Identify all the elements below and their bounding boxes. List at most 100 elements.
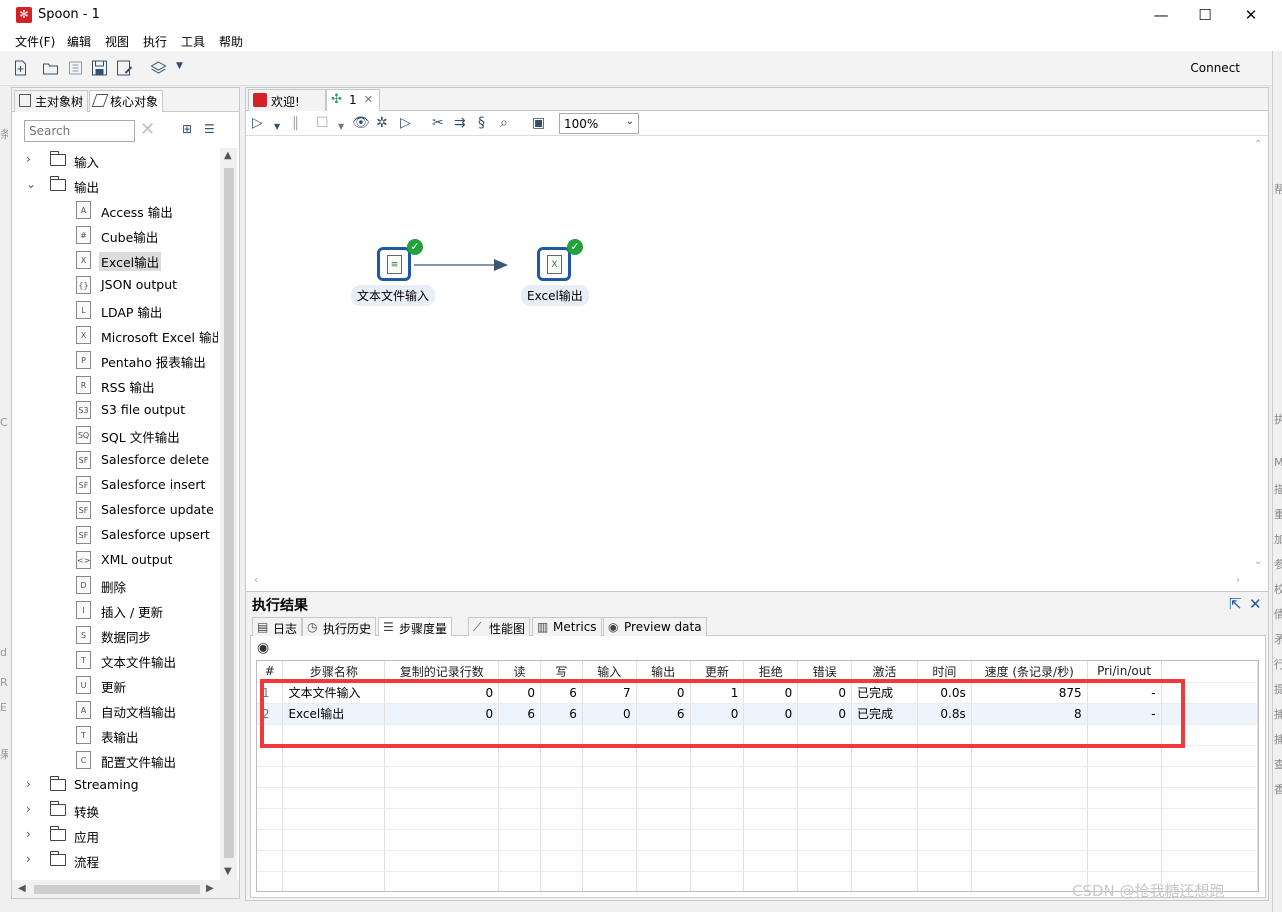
tree-step-item[interactable]: T 文本文件输出	[12, 648, 218, 673]
column-header[interactable]: Pri/in/out	[1087, 661, 1162, 683]
column-header[interactable]: 复制的记录行数	[384, 661, 500, 683]
tab-core-objects[interactable]: 核心对象	[89, 90, 164, 112]
eye-icon[interactable]: ◉	[257, 640, 269, 656]
tree-step-item[interactable]: R RSS 输出	[12, 373, 218, 398]
column-header[interactable]: 步骤名称	[282, 661, 386, 683]
column-header[interactable]: 输出	[636, 661, 691, 683]
column-header[interactable]: 写	[540, 661, 583, 683]
tree-step-item[interactable]: U 更新	[12, 673, 218, 698]
expand-all-icon[interactable]: ⊞	[182, 122, 198, 136]
tree-vertical-scrollbar[interactable]: ▲ ▼	[220, 148, 237, 880]
step-label[interactable]: Excel输出	[521, 285, 589, 306]
tab-log[interactable]: ▤ 日志	[252, 617, 303, 636]
step-excel-output[interactable]: X	[537, 247, 571, 281]
table-row[interactable]	[257, 850, 1258, 872]
layers-perspective-icon[interactable]	[150, 60, 167, 76]
column-header[interactable]: 输入	[582, 661, 637, 683]
tree-folder[interactable]: › 应用	[12, 823, 218, 848]
tree-step-item[interactable]: A Access 输出	[12, 198, 218, 223]
tab-step-metrics[interactable]: ☰ 步骤度量	[378, 617, 453, 636]
menu-view[interactable]: 视图	[105, 33, 129, 50]
column-header[interactable]: #	[257, 661, 284, 683]
scroll-down-icon[interactable]: ▼	[224, 866, 232, 877]
column-header[interactable]: 速度 (条记录/秒)	[971, 661, 1088, 683]
pause-icon[interactable]: ‖	[292, 116, 299, 130]
table-row[interactable]: 1 文本文件输入 0 0 6 7 0 1 0 0 已完成 0.0s 875-	[257, 682, 1258, 704]
table-row[interactable]	[257, 766, 1258, 788]
tree-step-item[interactable]: I 插入 / 更新	[12, 598, 218, 623]
tree-horizontal-scrollbar[interactable]: ◀ ▶	[12, 880, 239, 898]
open-folder-icon[interactable]	[42, 60, 59, 76]
connect-button[interactable]: Connect	[1190, 61, 1240, 75]
menu-run[interactable]: 执行	[143, 33, 167, 50]
canvas-vertical-scrollbar[interactable]: ⌃ ⌄	[1251, 136, 1267, 573]
tree-step-item[interactable]: S3 S3 file output	[12, 398, 218, 423]
tree-step-item[interactable]: SF Salesforce update	[12, 498, 218, 523]
save-as-icon[interactable]	[116, 60, 133, 76]
preview-icon[interactable]: 👁	[352, 116, 370, 130]
tab-metrics[interactable]: ▥ Metrics	[532, 617, 602, 636]
show-results-icon[interactable]: ▣	[532, 116, 545, 130]
tab-performance-graph[interactable]: ⟋ 性能图	[468, 617, 531, 636]
minimize-button[interactable]: —	[1146, 4, 1176, 26]
scroll-down-icon[interactable]: ⌄	[1254, 556, 1262, 567]
tree-step-item[interactable]: {} JSON output	[12, 273, 218, 298]
column-header[interactable]: 更新	[690, 661, 745, 683]
scroll-right-icon[interactable]: ›	[1236, 575, 1240, 586]
tree-folder[interactable]: ⌄ 输出	[12, 173, 218, 198]
tree-step-item[interactable]: SF Salesforce upsert	[12, 523, 218, 548]
tree-step-item[interactable]: SF Salesforce insert	[12, 473, 218, 498]
tree-step-item[interactable]: S 数据同步	[12, 623, 218, 648]
debug-icon[interactable]: ✲	[376, 116, 388, 130]
run-dropdown-icon[interactable]: ▼	[274, 120, 280, 134]
zoom-select[interactable]: 100% ⌄	[559, 113, 639, 134]
close-panel-icon[interactable]: ✕	[1249, 595, 1262, 613]
scrollbar-thumb[interactable]	[224, 168, 234, 858]
scroll-left-icon[interactable]: ‹	[254, 575, 258, 586]
maximize-button[interactable]: ☐	[1190, 4, 1220, 26]
new-file-icon[interactable]	[12, 60, 29, 76]
tree-step-item[interactable]: L LDAP 输出	[12, 298, 218, 323]
tree-step-item[interactable]: # Cube输出	[12, 223, 218, 248]
menu-edit[interactable]: 编辑	[67, 33, 91, 50]
chevron-right-icon[interactable]: ›	[26, 802, 31, 816]
table-row[interactable]	[257, 829, 1258, 851]
tree-step-item[interactable]: C 配置文件输出	[12, 748, 218, 773]
chevron-right-icon[interactable]: ›	[26, 152, 31, 166]
menu-help[interactable]: 帮助	[219, 33, 243, 50]
tree-step-item[interactable]: D 删除	[12, 573, 218, 598]
maximize-panel-icon[interactable]: ⇱	[1229, 595, 1242, 613]
tab-welcome[interactable]: 欢迎!	[248, 89, 326, 111]
tree-step-item[interactable]: X Excel输出	[12, 248, 218, 273]
explore-db-icon[interactable]: ⌕	[500, 116, 508, 130]
tree-step-item[interactable]: SF Salesforce delete	[12, 448, 218, 473]
canvas-horizontal-scrollbar[interactable]: ‹ ›	[250, 573, 1250, 589]
menu-file[interactable]: 文件(F)	[15, 33, 55, 50]
tree-folder[interactable]: › 流程	[12, 848, 218, 873]
sql-icon[interactable]: §	[478, 116, 485, 130]
table-row[interactable]	[257, 745, 1258, 767]
tree-folder[interactable]: › 转换	[12, 798, 218, 823]
tree-step-item[interactable]: A 自动文档输出	[12, 698, 218, 723]
transformation-canvas[interactable]: ≡ ✓ 文本文件输入 X ✓ Excel输出	[250, 136, 1250, 573]
tab-transformation-1[interactable]: ✣ 1 ✕	[326, 89, 380, 111]
tree-folder[interactable]: › 输入	[12, 148, 218, 173]
table-row[interactable]	[257, 808, 1258, 830]
table-row[interactable]: 2 Excel输出 0 6 6 0 6 0 0 0 已完成 0.8s 8-	[257, 703, 1258, 725]
chevron-down-icon[interactable]: ⌄	[26, 177, 36, 191]
table-row[interactable]	[257, 724, 1258, 746]
column-header[interactable]: 时间	[917, 661, 972, 683]
tree-step-item[interactable]: T 表输出	[12, 723, 218, 748]
save-icon[interactable]	[91, 60, 108, 76]
chevron-right-icon[interactable]: ›	[26, 827, 31, 841]
tab-history[interactable]: ◷ 执行历史	[302, 617, 377, 636]
verify-icon[interactable]: ✂	[432, 116, 444, 130]
step-text-file-input[interactable]: ≡	[377, 247, 411, 281]
perspective-dropdown-icon[interactable]: ▼	[176, 61, 193, 77]
stop-icon[interactable]: ☐	[316, 116, 329, 130]
tree-step-item[interactable]: P Pentaho 报表输出	[12, 348, 218, 373]
run-icon[interactable]: ▷	[252, 116, 263, 130]
menu-tools[interactable]: 工具	[181, 33, 205, 50]
tab-main-object-tree[interactable]: 主对象树	[14, 90, 89, 112]
scroll-left-icon[interactable]: ◀	[18, 883, 26, 894]
